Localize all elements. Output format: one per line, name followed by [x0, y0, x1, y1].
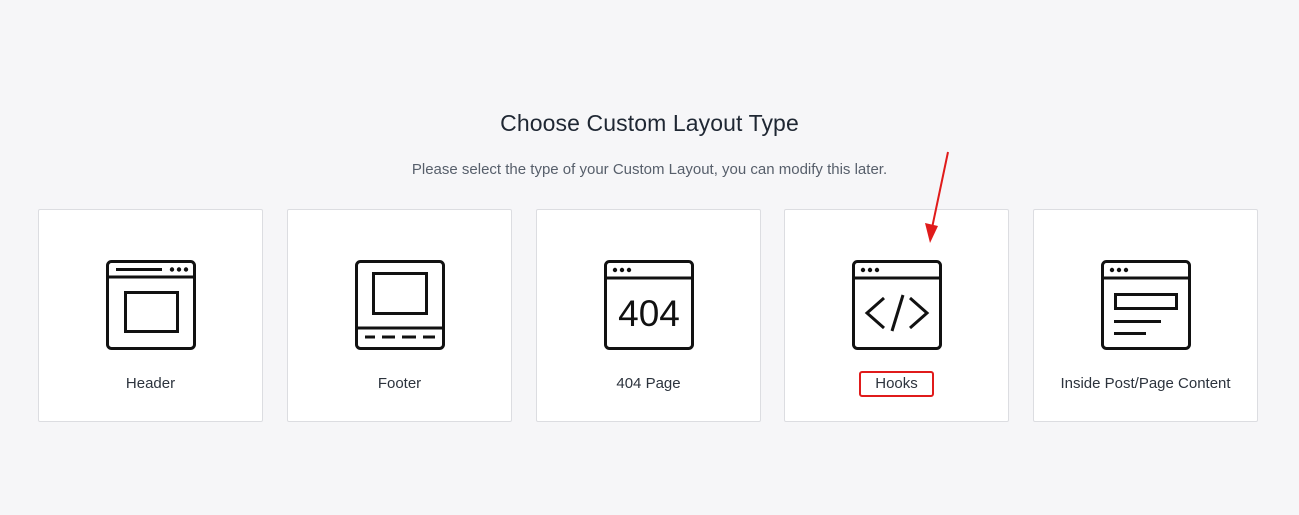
- card-404-page-label: 404 Page: [616, 375, 681, 392]
- footer-layout-icon: [354, 260, 445, 350]
- layout-type-cards: Header Footer 404 404 Page Hooks Inside …: [38, 209, 1260, 424]
- page-subtitle: Please select the type of your Custom La…: [411, 161, 888, 178]
- code-brackets-icon: [851, 260, 942, 350]
- card-footer[interactable]: Footer: [287, 209, 512, 422]
- card-header[interactable]: Header: [38, 209, 263, 422]
- card-header-label: Header: [125, 375, 176, 392]
- card-404-page[interactable]: 404 404 Page: [536, 209, 761, 422]
- card-inside-post-page-content[interactable]: Inside Post/Page Content: [1033, 209, 1258, 422]
- 404-page-icon: 404: [603, 260, 694, 350]
- card-hooks-label-wrap: Hooks: [785, 371, 1008, 397]
- card-hooks[interactable]: Hooks: [784, 209, 1009, 422]
- 404-icon-text: 404: [618, 293, 680, 334]
- header-layout-icon: [105, 260, 196, 350]
- content-layout-icon: [1100, 260, 1191, 350]
- annotation-arrow: [925, 151, 949, 243]
- card-footer-label: Footer: [377, 375, 422, 392]
- card-hooks-label: Hooks: [859, 371, 934, 397]
- card-inside-post-page-content-label: Inside Post/Page Content: [1060, 375, 1231, 392]
- page-title: Choose Custom Layout Type: [500, 110, 799, 136]
